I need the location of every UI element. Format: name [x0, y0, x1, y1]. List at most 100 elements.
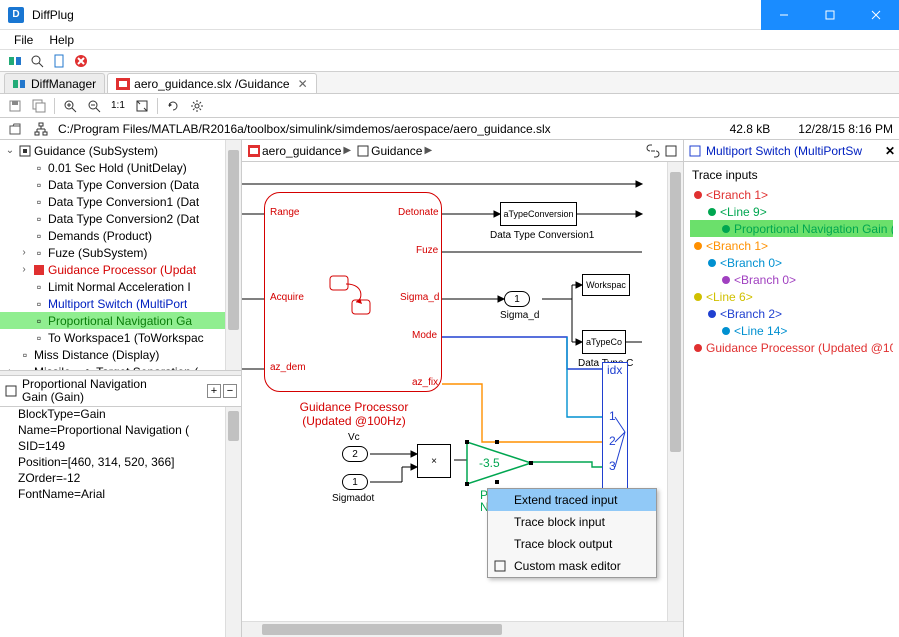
open-file-icon[interactable]	[6, 120, 24, 138]
diagram-pane: aero_guidance▶ Guidance▶	[242, 140, 684, 637]
block-icon: ▫	[32, 281, 46, 293]
canvas-h-scrollbar[interactable]	[242, 621, 683, 637]
ctx-trace-block-input[interactable]: Trace block input	[488, 511, 656, 533]
block-icon: ▫	[32, 179, 46, 191]
breadcrumb-sub[interactable]: Guidance▶	[355, 144, 434, 158]
ctx-extend-traced-input[interactable]: Extend traced input	[488, 489, 656, 511]
diagram-canvas[interactable]: Guidance Processor(Updated @100Hz) Range…	[242, 162, 683, 619]
settings-icon[interactable]	[188, 97, 206, 115]
property-row[interactable]: Name=Proportional Navigation (	[0, 423, 241, 439]
zoom-out-icon[interactable]	[85, 97, 103, 115]
block-label: Guidance Processor(Updated @100Hz)	[284, 400, 424, 428]
expand-all-button[interactable]: +	[207, 384, 221, 398]
block-sigmadot-port[interactable]: 1	[342, 474, 368, 490]
tree-item[interactable]: ›▫Fuze (SubSystem)	[0, 244, 241, 261]
block-vc-port[interactable]: 2	[342, 446, 368, 462]
trace-row[interactable]: <Line 6>	[690, 288, 893, 305]
chevron-down-icon[interactable]: ⌄	[4, 145, 16, 156]
trace-row[interactable]: Proportional Navigation Gain (	[690, 220, 893, 237]
tree-item[interactable]: ›▫Missile ---> Target Separation (	[0, 363, 241, 370]
window-maximize-button[interactable]	[807, 0, 853, 30]
trace-subtitle: Trace inputs	[684, 162, 899, 186]
block-multiport-switch[interactable]: idx 123	[602, 362, 628, 492]
link-icon[interactable]	[645, 143, 661, 159]
property-row[interactable]: FontName=Arial	[0, 487, 241, 503]
tree-item-proportional-nav[interactable]: ▫Proportional Navigation Ga	[0, 312, 241, 329]
block-icon: ▫	[32, 213, 46, 225]
diff-icon[interactable]	[6, 52, 24, 70]
tree-item[interactable]: ▫Demands (Product)	[0, 227, 241, 244]
block-product[interactable]: ×	[417, 444, 451, 478]
ctx-trace-block-output[interactable]: Trace block output	[488, 533, 656, 555]
property-row[interactable]: BlockType=Gain	[0, 407, 241, 423]
tab-label: aero_guidance.slx /Guidance	[134, 77, 289, 91]
tree-item[interactable]: ▫Data Type Conversion2 (Dat	[0, 210, 241, 227]
search-icon[interactable]	[28, 52, 46, 70]
property-row[interactable]: ZOrder=-12	[0, 471, 241, 487]
hierarchy-icon[interactable]	[32, 120, 50, 138]
block-icon: ▫	[32, 298, 46, 310]
property-row[interactable]: SID=149	[0, 439, 241, 455]
menubar: File Help	[0, 30, 899, 50]
trace-row[interactable]: <Branch 1>	[690, 186, 893, 203]
properties-scrollbar[interactable]	[225, 407, 241, 637]
block-dtc[interactable]: aTypeConversion	[500, 202, 577, 226]
close-icon[interactable]: ✕	[885, 144, 895, 158]
menu-file[interactable]: File	[6, 31, 41, 49]
trace-dot-icon	[694, 344, 702, 352]
tree-item[interactable]: ▫Limit Normal Acceleration I	[0, 278, 241, 295]
subsystem-icon: ▫	[32, 247, 46, 259]
window-close-button[interactable]	[853, 0, 899, 30]
tree-item[interactable]: ▫Miss Distance (Display)	[0, 346, 241, 363]
tree-item[interactable]: ▫0.01 Sec Hold (UnitDelay)	[0, 159, 241, 176]
refresh-icon[interactable]	[164, 97, 182, 115]
save-icon[interactable]	[6, 97, 24, 115]
trace-row[interactable]: <Line 9>	[690, 203, 893, 220]
app-toolbar	[0, 50, 899, 72]
zoom-reset-icon[interactable]: 1:1	[109, 97, 127, 115]
pin-icon[interactable]	[663, 143, 679, 159]
diff-icon	[13, 78, 27, 90]
ctx-custom-mask-editor[interactable]: Custom mask editor	[488, 555, 656, 577]
collapse-all-button[interactable]: −	[223, 384, 237, 398]
tab-diffmanager[interactable]: DiffManager	[4, 73, 105, 93]
tab-close-icon[interactable]: ✕	[298, 77, 308, 91]
breadcrumb-root[interactable]: aero_guidance▶	[246, 144, 353, 158]
tree-item-guidance-processor[interactable]: ›Guidance Processor (Updat	[0, 261, 241, 278]
tree-scrollbar[interactable]	[225, 140, 241, 370]
subsystem-icon	[32, 264, 46, 276]
trace-label: <Branch 1>	[706, 239, 768, 253]
tree-item[interactable]: ▫Data Type Conversion1 (Dat	[0, 193, 241, 210]
block-toworkspace[interactable]: Workspac	[582, 274, 630, 296]
trace-pane: Multiport Switch (MultiPortSw ✕ Trace in…	[684, 140, 899, 637]
chevron-right-icon[interactable]: ›	[18, 264, 30, 275]
trace-row[interactable]: <Branch 0>	[690, 271, 893, 288]
block-dtc2[interactable]: aTypeCo	[582, 330, 626, 354]
trace-row[interactable]: <Branch 1>	[690, 237, 893, 254]
menu-help[interactable]: Help	[41, 31, 82, 49]
editor-toolbar: 1:1	[0, 94, 899, 118]
tree-item[interactable]: ▫To Workspace1 (ToWorkspac	[0, 329, 241, 346]
trace-row[interactable]: Guidance Processor (Updated @10	[690, 339, 893, 356]
chevron-right-icon[interactable]: ›	[18, 247, 30, 258]
zoom-in-icon[interactable]	[61, 97, 79, 115]
trace-dot-icon	[708, 310, 716, 318]
cancel-icon[interactable]	[72, 52, 90, 70]
document-icon[interactable]	[50, 52, 68, 70]
chevron-right-icon[interactable]: ›	[4, 366, 16, 370]
block-sigma-d-port[interactable]: 1	[504, 291, 530, 307]
canvas-v-scrollbar[interactable]	[667, 162, 683, 621]
trace-row[interactable]: <Line 14>	[690, 322, 893, 339]
zoom-fit-icon[interactable]	[133, 97, 151, 115]
save-all-icon[interactable]	[30, 97, 48, 115]
property-row[interactable]: Position=[460, 314, 520, 366]	[0, 455, 241, 471]
block-gain[interactable]: -3.5	[465, 440, 535, 490]
tree-item[interactable]: ▫Data Type Conversion (Data	[0, 176, 241, 193]
trace-row[interactable]: <Branch 2>	[690, 305, 893, 322]
block-icon: ▫	[18, 366, 32, 371]
tree-root[interactable]: ⌄ Guidance (SubSystem)	[0, 142, 241, 159]
window-minimize-button[interactable]	[761, 0, 807, 30]
tab-guidance[interactable]: aero_guidance.slx /Guidance ✕	[107, 73, 317, 93]
trace-row[interactable]: <Branch 0>	[690, 254, 893, 271]
tree-item-multiport-switch[interactable]: ▫Multiport Switch (MultiPort	[0, 295, 241, 312]
